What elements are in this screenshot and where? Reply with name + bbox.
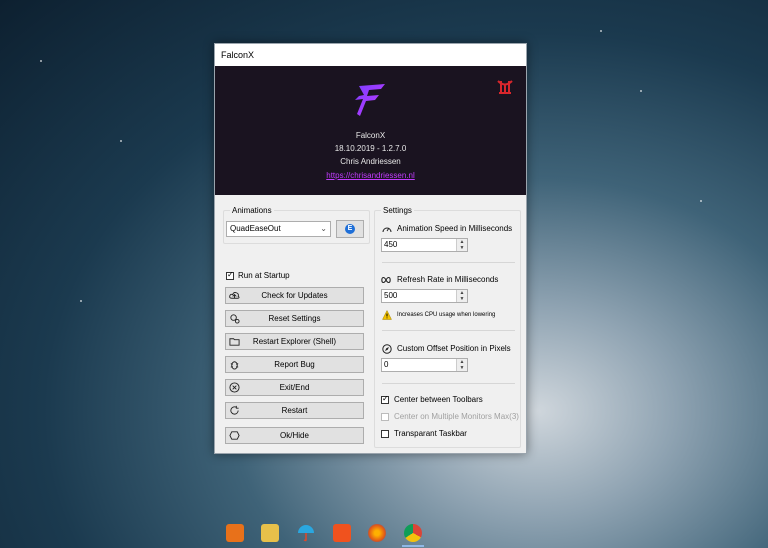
run-at-startup-checkbox[interactable] bbox=[226, 270, 234, 280]
chrome-icon[interactable] bbox=[404, 524, 422, 542]
transparent-taskbar-checkbox[interactable] bbox=[381, 430, 389, 438]
refresh-warning-text: Increases CPU usage when lowering bbox=[397, 312, 496, 318]
star bbox=[120, 140, 122, 142]
refresh-rate-value: 500 bbox=[384, 291, 398, 300]
file-explorer-icon[interactable] bbox=[261, 524, 279, 542]
restart-explorer-button[interactable]: Restart Explorer (Shell) bbox=[225, 333, 364, 350]
offset-label: Custom Offset Position in Pixels bbox=[397, 344, 511, 353]
offset-stepper[interactable]: ▲ ▼ bbox=[456, 359, 467, 371]
cloud-upload-icon bbox=[229, 292, 240, 299]
compass-icon bbox=[382, 344, 392, 354]
star bbox=[640, 90, 642, 92]
transparent-taskbar-label: Transparant Taskbar bbox=[394, 429, 467, 438]
center-monitors-label: Center on Multiple Monitors Max(3) bbox=[394, 412, 519, 421]
report-bug-button[interactable]: Report Bug bbox=[225, 356, 364, 373]
ok-hide-label: Ok/Hide bbox=[280, 431, 309, 440]
center-toolbars-checkbox[interactable] bbox=[381, 394, 389, 404]
easing-info-icon: E bbox=[345, 224, 355, 234]
restart-explorer-label: Restart Explorer (Shell) bbox=[252, 337, 337, 346]
speedometer-icon bbox=[382, 227, 392, 233]
animations-group-label: Animations bbox=[232, 206, 272, 215]
exit-label: Exit/End bbox=[279, 383, 310, 392]
center-toolbars-label: Center between Toolbars bbox=[394, 395, 483, 404]
refresh-rate-label: Refresh Rate in Milliseconds bbox=[397, 275, 499, 284]
anim-speed-value: 450 bbox=[384, 240, 398, 249]
animation-select-value: QuadEaseOut bbox=[230, 224, 281, 233]
reset-settings-button[interactable]: Reset Settings bbox=[225, 310, 364, 327]
taskbar-umbrella-icon[interactable] bbox=[297, 524, 315, 542]
star bbox=[80, 300, 82, 302]
refresh-rate-input[interactable]: 500 ▲ ▼ bbox=[381, 289, 468, 303]
easing-info-button[interactable]: E bbox=[336, 220, 364, 238]
firefox-icon[interactable] bbox=[368, 524, 386, 542]
anim-speed-label: Animation Speed in Milliseconds bbox=[397, 224, 513, 233]
refresh-rate-stepper[interactable]: ▲ ▼ bbox=[456, 290, 467, 302]
falconx-window: FalconX FalconX 18.10.2019 - 1.2.7.0 Chr… bbox=[214, 43, 527, 454]
offset-value: 0 bbox=[384, 360, 389, 369]
hide-icon bbox=[229, 431, 240, 440]
divider bbox=[382, 330, 515, 331]
anim-speed-input[interactable]: 450 ▲ ▼ bbox=[381, 238, 468, 252]
star bbox=[40, 60, 42, 62]
divider bbox=[382, 262, 515, 263]
restart-label: Restart bbox=[281, 406, 308, 415]
bug-icon bbox=[230, 361, 239, 370]
ok-hide-button[interactable]: Ok/Hide bbox=[225, 427, 364, 444]
main-panel: Animations QuadEaseOut ⌄ E Run at Startu… bbox=[215, 44, 526, 453]
report-bug-label: Report Bug bbox=[274, 360, 315, 369]
warning-icon bbox=[382, 310, 392, 320]
settings-group-label: Settings bbox=[383, 206, 412, 215]
anim-speed-stepper[interactable]: ▲ ▼ bbox=[456, 239, 467, 251]
star bbox=[700, 200, 702, 202]
divider bbox=[382, 383, 515, 384]
check-updates-label: Check for Updates bbox=[261, 291, 328, 300]
center-monitors-checkbox[interactable] bbox=[381, 413, 389, 421]
star bbox=[600, 30, 602, 32]
close-circle-icon bbox=[229, 382, 240, 393]
animation-select[interactable]: QuadEaseOut ⌄ bbox=[226, 221, 331, 237]
run-at-startup-label: Run at Startup bbox=[238, 271, 290, 280]
brave-browser-icon[interactable] bbox=[333, 524, 351, 542]
refresh-icon bbox=[230, 405, 239, 415]
gears-icon bbox=[230, 314, 240, 324]
active-app-indicator bbox=[402, 545, 424, 547]
offset-input[interactable]: 0 ▲ ▼ bbox=[381, 358, 468, 372]
check-updates-button[interactable]: Check for Updates bbox=[225, 287, 364, 304]
chevron-down-icon: ⌄ bbox=[320, 224, 327, 233]
exit-button[interactable]: Exit/End bbox=[225, 379, 364, 396]
infinity-icon bbox=[381, 276, 391, 284]
reset-settings-label: Reset Settings bbox=[268, 314, 321, 323]
folder-refresh-icon bbox=[229, 338, 240, 346]
taskbar-app-icon[interactable] bbox=[226, 524, 244, 542]
restart-button[interactable]: Restart bbox=[225, 402, 364, 419]
